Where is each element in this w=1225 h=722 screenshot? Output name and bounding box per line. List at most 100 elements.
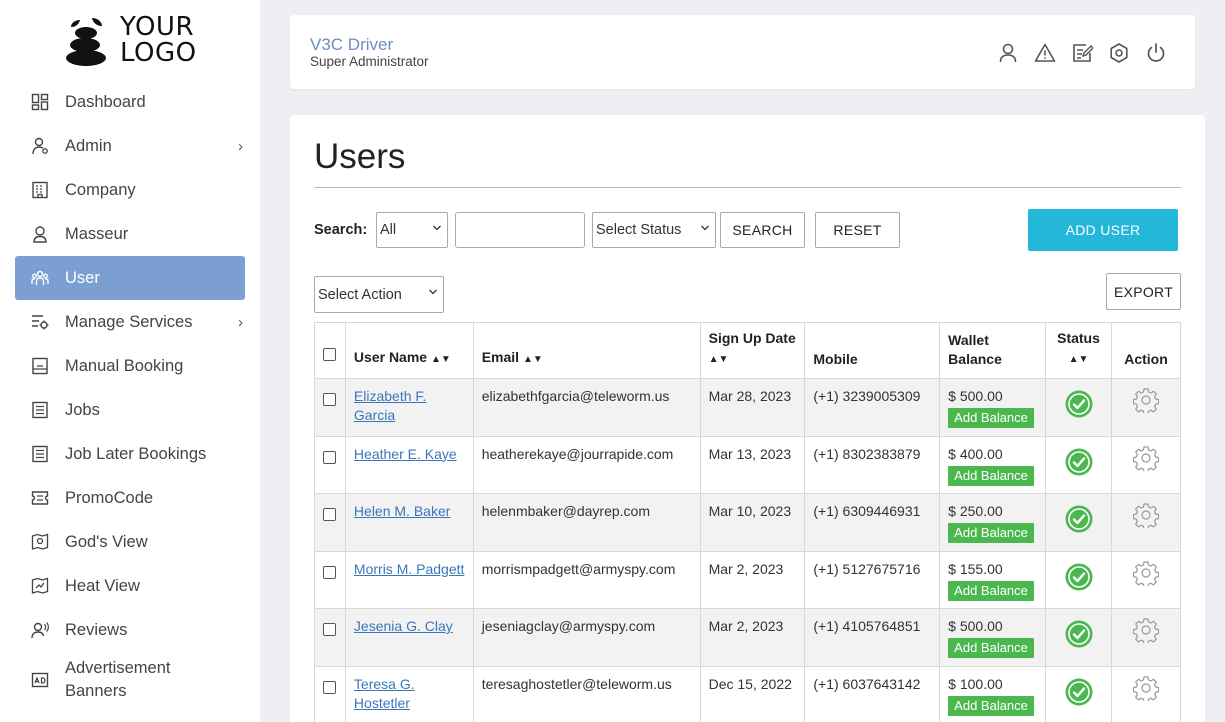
settings-icon[interactable] [1108,42,1130,64]
profile-icon[interactable] [997,42,1019,64]
add-user-button[interactable]: ADD USER [1028,209,1178,251]
sidebar-item-promocode[interactable]: PromoCode [15,476,245,520]
active-status-icon[interactable] [1064,619,1094,649]
select-all-header [314,322,346,379]
sidebar-item-company[interactable]: Company [15,168,245,212]
sign-up-date-cell: Mar 13, 2023 [699,435,806,494]
sidebar-item-heat-view[interactable]: Heat View [15,564,245,608]
sign-up-date-cell: Mar 28, 2023 [699,378,806,437]
user-name-link[interactable]: Heather E. Kaye [354,446,457,462]
search-button[interactable]: SEARCH [720,212,805,248]
bulk-action-select[interactable]: Select Action [314,276,444,313]
edit-icon[interactable] [1071,42,1093,64]
status-select[interactable]: Select Status [592,212,716,248]
col-status[interactable]: Status ▲▼ [1045,322,1112,379]
col-email[interactable]: Email ▲▼ [472,322,701,379]
user-name-link[interactable]: Morris M. Padgett [354,561,464,577]
col-status-label: Status [1057,330,1100,346]
search-field-value: All [380,222,397,238]
sidebar-item-admin[interactable]: Admin › [15,124,245,168]
gear-icon[interactable] [1133,387,1159,413]
email-cell: heatherekaye@jourrapide.com [472,435,701,494]
gear-icon[interactable] [1133,560,1159,586]
row-checkbox[interactable] [323,393,337,406]
masseur-icon [31,225,49,243]
promocode-icon [31,489,49,507]
chevron-right-icon: › [238,314,243,331]
wallet-balance-cell: $ 400.00 Add Balance [939,435,1047,494]
add-balance-button[interactable]: Add Balance [948,408,1034,428]
col-action: Action [1111,322,1181,379]
sidebar-item-reviews[interactable]: Reviews [15,608,245,652]
row-checkbox[interactable] [323,680,337,694]
add-balance-button[interactable]: Add Balance [948,580,1034,601]
user-name-link[interactable]: Jesenia G. Clay [354,618,453,634]
row-checkbox[interactable] [323,508,337,521]
sidebar-item-advertisement-banners[interactable]: Advertisement Banners [15,652,245,708]
wallet-balance-cell: $ 100.00 Add Balance [939,665,1047,722]
user-name-cell: Heather E. Kaye [344,435,474,494]
sidebar-item-gods-view[interactable]: God's View [15,520,245,564]
search-label: Search: [314,222,368,238]
table-row: Elizabeth F. Garcia elizabethfgarcia@tel… [314,378,1181,437]
row-select-cell [314,435,346,494]
user-name-link[interactable]: Elizabeth F. Garcia [354,388,426,423]
col-user-name[interactable]: User Name ▲▼ [344,322,474,379]
row-checkbox[interactable] [323,565,337,579]
select-all-checkbox[interactable] [323,348,337,361]
gear-icon[interactable] [1133,617,1159,643]
gear-icon[interactable] [1133,502,1159,528]
active-status-icon[interactable] [1064,677,1094,707]
search-input[interactable] [455,212,585,248]
export-button[interactable]: EXPORT [1106,273,1181,310]
sidebar-item-manual-booking[interactable]: Manual Booking [15,344,245,388]
user-name-link[interactable]: Teresa G. Hostetler [354,676,415,711]
add-balance-button[interactable]: Add Balance [948,695,1034,716]
sidebar-item-job-later-bookings[interactable]: Job Later Bookings [15,432,245,476]
sidebar-item-jobs[interactable]: Jobs [15,388,245,432]
chevron-right-icon: › [238,138,243,155]
row-select-cell [314,665,346,722]
sign-up-date-cell: Mar 2, 2023 [699,550,806,609]
active-status-icon[interactable] [1064,562,1094,592]
alert-icon[interactable] [1034,42,1056,64]
active-status-icon[interactable] [1064,447,1094,477]
email-cell: elizabethfgarcia@teleworm.us [472,378,701,437]
sidebar-item-dashboard[interactable]: Dashboard [15,80,245,124]
status-cell [1045,608,1112,667]
active-status-icon[interactable] [1064,504,1094,534]
mobile-cell: (+1) 6309446931 [804,493,941,552]
gods-view-icon [31,533,49,551]
active-status-icon[interactable] [1064,389,1094,419]
row-checkbox[interactable] [323,623,337,636]
divider [314,187,1181,188]
sign-up-date-cell: Mar 2, 2023 [699,608,806,667]
row-checkbox[interactable] [323,450,337,464]
table-row: Morris M. Padgett morrismpadgett@armyspy… [314,550,1181,609]
logo[interactable]: YOUR LOGO [58,14,208,68]
search-field-select[interactable]: All [376,212,448,248]
add-balance-button[interactable]: Add Balance [948,465,1034,486]
sidebar-item-label: Reviews [65,620,128,639]
action-cell [1111,608,1181,667]
sidebar-item-user[interactable]: User [15,256,245,300]
gear-icon[interactable] [1133,675,1159,701]
bulk-action-row: Select Action EXPORT [314,273,1181,313]
user-name-cell: Morris M. Padgett [344,550,474,609]
admin-icon [31,137,49,155]
power-icon[interactable] [1145,42,1167,64]
col-sign-up-date[interactable]: Sign Up Date ▲▼ [699,322,806,379]
user-name-link[interactable]: Helen M. Baker [354,503,450,519]
sidebar-item-manage-services[interactable]: Manage Services › [15,300,245,344]
sort-icon: ▲▼ [1068,354,1089,365]
gear-icon[interactable] [1133,445,1159,471]
wallet-balance-cell: $ 155.00 Add Balance [939,550,1047,609]
add-balance-button[interactable]: Add Balance [948,638,1034,658]
sidebar-item-masseur[interactable]: Masseur [15,212,245,256]
sidebar-item-label: Jobs [65,400,100,419]
sidebar-item-label: Job Later Bookings [65,444,207,463]
email-cell: jeseniagclay@armyspy.com [472,608,701,667]
add-balance-button[interactable]: Add Balance [948,523,1034,543]
reset-button[interactable]: RESET [815,212,900,248]
chevron-down-icon [429,289,437,295]
